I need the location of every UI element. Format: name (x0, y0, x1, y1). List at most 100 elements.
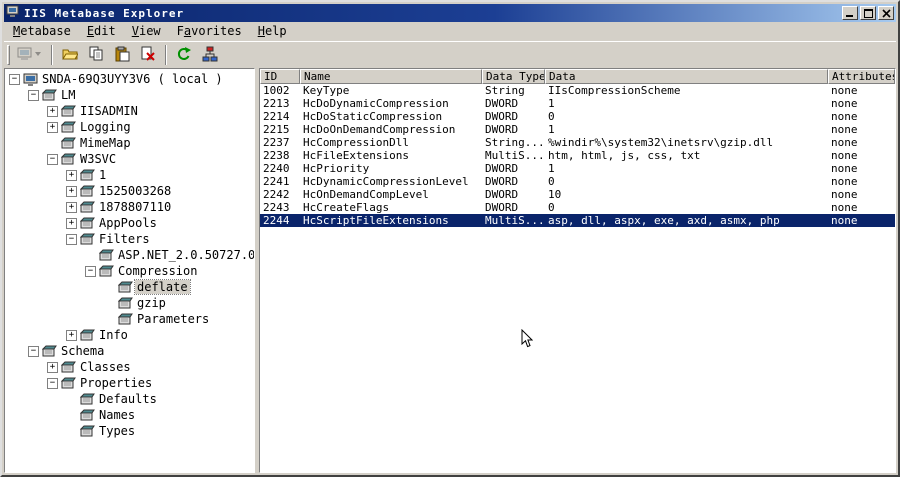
collapse-toggle-icon[interactable]: − (47, 153, 58, 165)
table-cell: none (831, 136, 858, 149)
metabase-node-icon (118, 297, 135, 309)
table-row-2241[interactable]: 2241 HcDynamicCompressionLevel DWORD 0 none (260, 175, 895, 188)
tree-item-apppools[interactable]: + AppPools (5, 215, 254, 231)
tree-item-properties[interactable]: − Properties (5, 375, 254, 391)
tree-item-info[interactable]: + Info (5, 327, 254, 343)
open-button[interactable] (57, 44, 83, 66)
table-row-2215[interactable]: 2215 HcDoOnDemandCompression DWORD 1 none (260, 123, 895, 136)
paste-button[interactable] (109, 44, 135, 66)
tree-item-1525003268[interactable]: +1525003268 (5, 183, 254, 199)
column-header-attributes[interactable]: Attributes (828, 69, 895, 84)
collapse-toggle-icon[interactable]: − (85, 265, 96, 277)
connect-button[interactable] (13, 44, 47, 66)
collapse-toggle-icon[interactable]: − (28, 345, 39, 357)
table-cell: IIsCompressionScheme (548, 84, 681, 97)
tree-pane[interactable]: − SNDA-69Q3UYY3V6 ( local ) − LM + IISADMIN + L… (4, 68, 255, 473)
menu-metabase[interactable]: Metabase (5, 22, 79, 41)
tree-item-label: 1525003268 (99, 184, 172, 198)
tree-item-asp-net-2-0-50727-0[interactable]: ASP.NET_2.0.50727.0 (5, 247, 254, 263)
table-cell: HcDoStaticCompression (303, 110, 443, 123)
expand-toggle-icon[interactable]: + (47, 361, 58, 373)
expand-toggle-icon[interactable]: + (47, 105, 58, 117)
tree-item-snda-69q3uyy3v6-local[interactable]: − SNDA-69Q3UYY3V6 ( local ) (5, 71, 254, 87)
menu-favorites[interactable]: Favorites (169, 22, 250, 41)
copy-button[interactable] (83, 44, 109, 66)
list-header: ID Name Data Type Data Attributes (260, 69, 895, 84)
tree-item-parameters[interactable]: Parameters (5, 311, 254, 327)
table-row-2242[interactable]: 2242 HcOnDemandCompLevel DWORD 10 none (260, 188, 895, 201)
metabase-node-icon (80, 393, 97, 405)
column-header-data[interactable]: Data (545, 69, 828, 84)
metabase-node-icon (80, 217, 97, 229)
table-row-2214[interactable]: 2214 HcDoStaticCompression DWORD 0 none (260, 110, 895, 123)
menu-view[interactable]: View (124, 22, 169, 41)
tree-item-lm[interactable]: − LM (5, 87, 254, 103)
table-cell: 2240 (263, 162, 290, 175)
tree-item-gzip[interactable]: gzip (5, 295, 254, 311)
refresh-button[interactable] (171, 44, 197, 66)
tree-item-types[interactable]: Types (5, 423, 254, 439)
tree-item-iisadmin[interactable]: + IISADMIN (5, 103, 254, 119)
tree-item-schema[interactable]: − Schema (5, 343, 254, 359)
tree-item-logging[interactable]: + Logging (5, 119, 254, 135)
table-row-2213[interactable]: 2213 HcDoDynamicCompression DWORD 1 none (260, 97, 895, 110)
tree-item-classes[interactable]: + Classes (5, 359, 254, 375)
table-row-2244[interactable]: 2244 HcScriptFileExtensions MultiS... asp, … (260, 214, 895, 227)
menu-help[interactable]: Help (250, 22, 295, 41)
collapse-toggle-icon[interactable]: − (28, 89, 39, 101)
maximize-button[interactable] (860, 6, 876, 20)
table-cell: none (831, 84, 858, 97)
table-cell: 2214 (263, 110, 290, 123)
table-cell: HcDynamicCompressionLevel (303, 175, 469, 188)
titlebar[interactable]: IIS Metabase Explorer (4, 4, 896, 22)
toggle-spacer (104, 282, 115, 293)
tree-item-names[interactable]: Names (5, 407, 254, 423)
menu-edit[interactable]: Edit (79, 22, 124, 41)
minimize-button[interactable] (842, 6, 858, 20)
table-cell: htm, html, js, css, txt (548, 149, 701, 162)
column-header-id[interactable]: ID (260, 69, 300, 84)
connect-icon (17, 46, 43, 65)
column-header-data-type[interactable]: Data Type (482, 69, 545, 84)
tree-item-label: gzip (137, 296, 166, 310)
collapse-toggle-icon[interactable]: − (9, 73, 20, 85)
tree-item-label: Classes (80, 360, 131, 374)
metabase-node-icon (80, 185, 97, 197)
tree-item-filters[interactable]: − Filters (5, 231, 254, 247)
table-cell: HcFileExtensions (303, 149, 409, 162)
tree-item-1[interactable]: +1 (5, 167, 254, 183)
tree-item-w3svc[interactable]: − W3SVC (5, 151, 254, 167)
collapse-toggle-icon[interactable]: − (47, 377, 58, 389)
table-row-2238[interactable]: 2238 HcFileExtensions MultiS... htm, html, … (260, 149, 895, 162)
collapse-toggle-icon[interactable]: − (66, 233, 77, 245)
network-button[interactable] (197, 44, 223, 66)
close-button[interactable] (878, 6, 894, 20)
expand-toggle-icon[interactable]: + (47, 121, 58, 133)
list-pane[interactable]: ID Name Data Type Data Attributes 1002 KeyTyp… (259, 68, 896, 473)
copy-icon (88, 46, 104, 65)
tree-item-label: 1 (99, 168, 107, 182)
table-cell: none (831, 110, 858, 123)
toolbar-grip[interactable] (7, 45, 10, 65)
table-row-2243[interactable]: 2243 HcCreateFlags DWORD 0 none (260, 201, 895, 214)
table-cell: none (831, 214, 858, 227)
table-row-1002[interactable]: 1002 KeyType String IIsCompressionScheme non… (260, 84, 895, 97)
expand-toggle-icon[interactable]: + (66, 201, 77, 213)
toggle-spacer (47, 138, 58, 149)
tree-item-1878807110[interactable]: +1878807110 (5, 199, 254, 215)
delete-button[interactable] (135, 44, 161, 66)
metabase-node-icon (61, 121, 78, 133)
tree-item-mimemap[interactable]: MimeMap (5, 135, 254, 151)
expand-toggle-icon[interactable]: + (66, 329, 77, 341)
tree-item-defaults[interactable]: Defaults (5, 391, 254, 407)
tree-item-compression[interactable]: − Compression (5, 263, 254, 279)
table-row-2237[interactable]: 2237 HcCompressionDll String... %windir%\sy… (260, 136, 895, 149)
column-header-name[interactable]: Name (300, 69, 482, 84)
tree-item-deflate[interactable]: deflate (5, 279, 254, 295)
expand-toggle-icon[interactable]: + (66, 169, 77, 181)
expand-toggle-icon[interactable]: + (66, 217, 77, 229)
expand-toggle-icon[interactable]: + (66, 185, 77, 197)
list-body[interactable]: 1002 KeyType String IIsCompressionScheme non… (260, 84, 895, 472)
metabase-node-icon (80, 169, 97, 181)
table-row-2240[interactable]: 2240 HcPriority DWORD 1 none (260, 162, 895, 175)
